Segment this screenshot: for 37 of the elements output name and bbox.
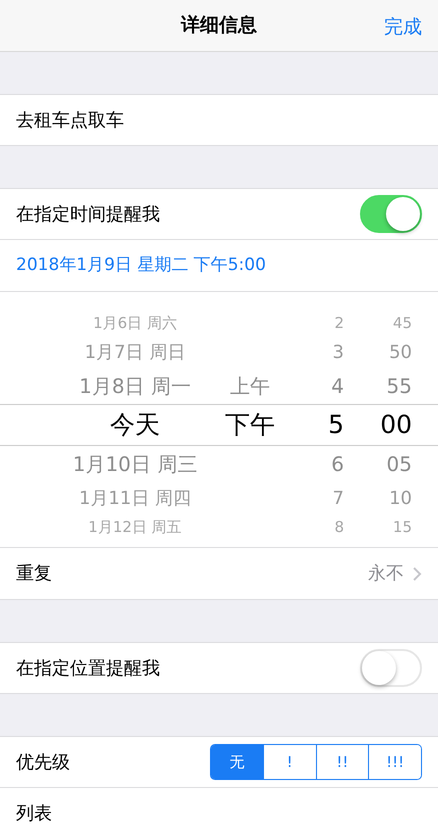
picker-date[interactable]: 1月11日 周四 <box>78 488 192 508</box>
setting-label: 列表 <box>16 802 52 826</box>
picker-date[interactable]: 1月12日 周五 <box>88 518 182 536</box>
picker-minute[interactable]: 45 <box>392 314 412 332</box>
picker-minute[interactable]: 10 <box>389 488 412 508</box>
repeat-value: 永不 <box>368 562 404 586</box>
picker-minute[interactable]: 00 <box>380 410 412 440</box>
picker-date[interactable]: 1月7日 周日 <box>84 342 186 362</box>
chevron-icon <box>412 566 422 582</box>
setting-label: 重复 <box>16 562 52 586</box>
toggle-switch[interactable] <box>360 195 422 233</box>
picker-hour[interactable]: 6 <box>331 452 344 476</box>
setting-label: 在指定位置提醒我 <box>16 656 160 680</box>
picker-hour[interactable]: 2 <box>334 314 344 332</box>
picker-date[interactable]: 1月10日 周三 <box>72 452 198 476</box>
picker-minute[interactable]: 15 <box>392 518 412 536</box>
picker-period[interactable]: 下午 <box>225 410 275 440</box>
picker-hour[interactable]: 4 <box>331 374 344 398</box>
picker-date[interactable]: 1月6日 周六 <box>93 314 177 332</box>
screen-title: 详细信息 <box>181 13 257 38</box>
picker-minute[interactable]: 50 <box>389 342 412 362</box>
picker-minute[interactable]: 55 <box>386 374 412 398</box>
picker-hour[interactable]: 5 <box>328 410 344 440</box>
picker-date[interactable]: 今天 <box>110 410 160 440</box>
setting-label: 在指定时间提醒我 <box>16 202 160 226</box>
picker-hour[interactable]: 7 <box>332 488 344 508</box>
picker-minute[interactable]: 05 <box>386 452 412 476</box>
done-button[interactable]: 完成 <box>384 13 422 42</box>
picker-hour[interactable]: 8 <box>334 518 344 536</box>
picker-hour[interactable]: 3 <box>332 342 344 362</box>
repeat-row[interactable]: 重复 永不 <box>0 548 438 600</box>
setting-label: 优先级 <box>16 750 70 774</box>
reminder-title: 去租车点取车 <box>16 108 124 132</box>
priority-segment[interactable]: !!! <box>368 745 421 779</box>
picker-date[interactable]: 1月8日 周一 <box>79 374 191 398</box>
priority-segment[interactable]: 无 <box>211 745 263 779</box>
picker-period[interactable]: 上午 <box>230 374 270 398</box>
